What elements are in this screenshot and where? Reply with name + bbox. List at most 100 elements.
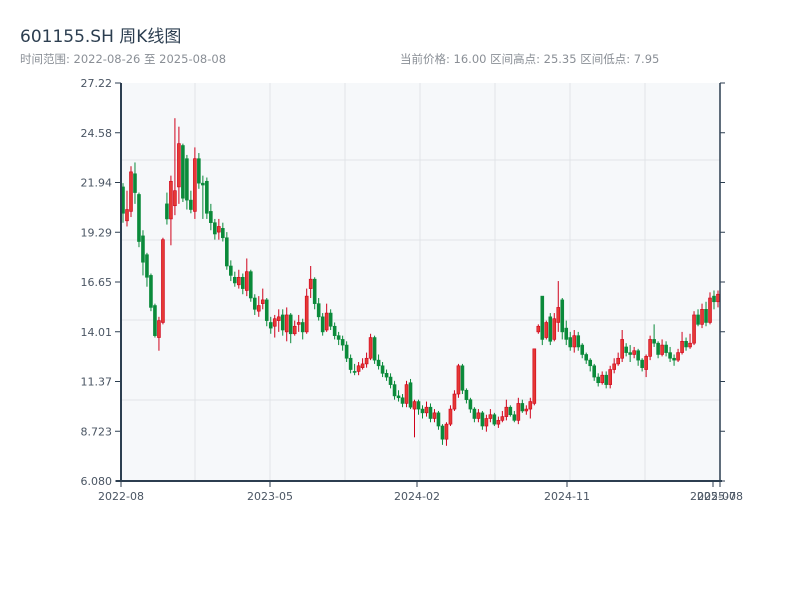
candle-body-down: [520, 403, 525, 412]
candle-body-down: [416, 401, 421, 410]
candle-body-down: [240, 276, 245, 289]
candle-body-down: [652, 339, 656, 344]
candle-body-down: [588, 359, 593, 367]
candle-body-down: [145, 254, 149, 278]
candle-body-up: [256, 305, 261, 312]
candle-body-down: [165, 203, 169, 220]
candle-body-up: [452, 393, 457, 410]
candle-body-up: [276, 316, 281, 321]
candle-body-down: [332, 325, 337, 336]
candle-body-down: [352, 371, 357, 373]
candle-body-down: [153, 305, 157, 336]
candle-body-up: [692, 314, 696, 344]
candle-body-down: [225, 237, 229, 267]
candle-body-down: [400, 397, 405, 404]
candle-body-down: [584, 354, 589, 361]
candle-body-down: [376, 359, 381, 367]
candle-body-down: [137, 194, 141, 242]
candle-body-down: [348, 357, 353, 370]
candle-body-down: [548, 316, 553, 342]
x-tick-label: 2022-08: [98, 490, 144, 503]
candle-body-up: [556, 307, 561, 323]
candle-body-down: [408, 382, 413, 408]
candle-body-down: [336, 335, 341, 340]
candle-body-up: [177, 143, 181, 188]
candle-body-up: [612, 363, 616, 370]
candle-body-up: [424, 406, 429, 414]
y-tick-label: 21.94: [81, 177, 113, 190]
candle-body-down: [189, 199, 193, 210]
candle-body-down: [197, 158, 201, 184]
candle-body-up: [708, 297, 712, 323]
candle-body-down: [201, 182, 205, 186]
candle-body-down: [388, 376, 393, 385]
candle-body-down: [312, 278, 317, 304]
candle-body-down: [656, 342, 660, 355]
candle-body-up: [716, 293, 720, 303]
candle-body-down: [696, 314, 700, 325]
candle-body-down: [181, 145, 185, 199]
candle-body-up: [292, 325, 297, 335]
candle-body-down: [428, 406, 433, 419]
candle-body-down: [592, 365, 597, 378]
candle-body-up: [368, 337, 373, 359]
candle-body-up: [412, 401, 417, 410]
candle-body-down: [300, 322, 305, 333]
candlestick-chart: 6.080 8.723 11.37 14.01 16.65 19.29 21.94 24.58…: [81, 77, 743, 503]
candle-body-down: [248, 271, 253, 299]
candle-body-down: [684, 341, 688, 348]
candle-body-down: [564, 327, 569, 340]
y-tick-label: 16.65: [81, 276, 113, 289]
candle-body-down: [472, 408, 477, 419]
candle-body-up: [237, 276, 241, 286]
candle-body-up: [532, 348, 537, 404]
candle-body-down: [268, 322, 273, 329]
candle-body-down: [604, 374, 608, 385]
y-tick-label: 24.58: [81, 127, 113, 140]
candle-body-down: [340, 339, 345, 346]
candle-body-up: [432, 412, 437, 419]
candle-body-up: [157, 320, 161, 338]
candle-body-down: [133, 173, 137, 193]
candle-body-down: [209, 211, 213, 223]
candle-body-up: [660, 344, 664, 355]
candle-body-down: [596, 376, 601, 384]
x-tick-label: 2023-05: [247, 490, 293, 503]
x-tick-label: 2024-11: [544, 490, 590, 503]
y-tick-label: 27.22: [81, 77, 113, 90]
candle-body-up: [193, 158, 197, 212]
candle-body-up: [360, 363, 365, 368]
candle-body-up: [217, 226, 221, 233]
candle-body-down: [576, 335, 581, 348]
candle-body-down: [288, 314, 293, 335]
candle-body-down: [460, 365, 465, 391]
candle-body-down: [636, 350, 640, 361]
candle-body-up: [536, 325, 541, 333]
y-tick-label: 8.723: [81, 425, 113, 438]
candle-body-up: [296, 322, 301, 325]
candle-body-down: [440, 425, 445, 440]
candle-body-down: [316, 303, 321, 318]
candle-body-down: [320, 316, 325, 333]
candle-body-up: [644, 356, 648, 370]
candle-body-down: [508, 406, 513, 416]
candle-body-up: [608, 369, 612, 385]
candle-body-down: [149, 275, 153, 308]
candle-body-up: [676, 352, 680, 361]
candle-body-up: [544, 322, 549, 338]
candle-body-down: [492, 414, 497, 425]
candle-body-up: [404, 384, 409, 404]
candle-body-down: [568, 337, 573, 348]
y-tick-label: 11.37: [81, 376, 113, 389]
candle-body-down: [420, 408, 425, 414]
candle-body-up: [616, 357, 620, 365]
candle-body-up: [688, 342, 692, 348]
candle-body-down: [704, 308, 708, 323]
candle-body-down: [384, 373, 389, 378]
candle-body-down: [264, 299, 269, 321]
candle-body-down: [628, 352, 632, 355]
candle-body-down: [560, 299, 565, 333]
candle-body-up: [648, 339, 652, 357]
candle-body-up: [324, 312, 329, 331]
candle-body-down: [712, 295, 716, 303]
